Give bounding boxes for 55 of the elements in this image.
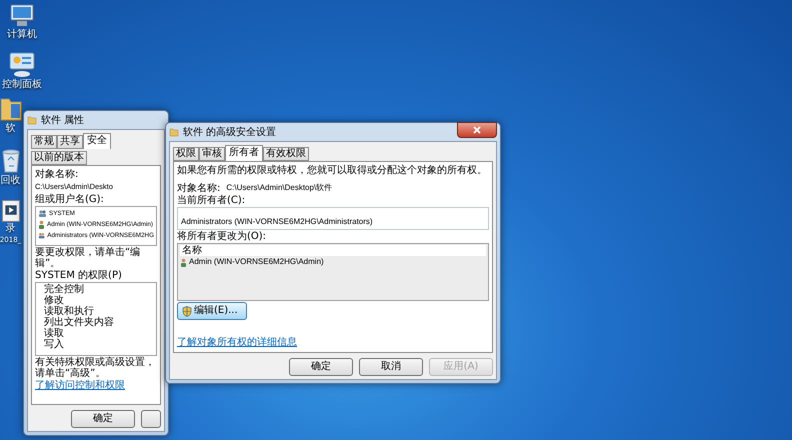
- list-item: 列出文件夹内容: [43, 317, 115, 328]
- folder-icon: [0, 96, 22, 122]
- tab[interactable]: 所有者: [225, 145, 263, 161]
- help-link[interactable]: 了解对象所有权的详细信息: [177, 337, 489, 349]
- owner-field[interactable]: Administrators (WIN-VORNSE6M2HG\Administrators): [177, 207, 489, 230]
- list-item: 完全控制: [43, 284, 85, 295]
- folder-icon: [169, 127, 179, 137]
- folder-icon: [27, 115, 37, 125]
- window-title: 软件 的高级安全设置: [183, 126, 276, 139]
- user-icon: [180, 258, 187, 266]
- desktop-icon-label[interactable]: 回收: [0, 175, 20, 186]
- desktop-icon-label[interactable]: 控制面板: [2, 79, 42, 90]
- field-label: 对象名称:: [35, 169, 80, 180]
- tab[interactable]: 共享: [57, 135, 83, 149]
- recycle-bin-icon: [0, 148, 22, 174]
- edit-button[interactable]: 编辑(E)...: [177, 302, 247, 320]
- field-label: 对象名称:: [177, 182, 220, 194]
- desktop-icon-label[interactable]: 软: [6, 123, 16, 134]
- tab[interactable]: 以前的版本: [31, 151, 87, 165]
- dialog-button[interactable]: 确定: [71, 410, 135, 428]
- close-button[interactable]: [457, 122, 497, 138]
- computer-icon: [9, 4, 35, 28]
- field-label: 当前所有者(C):: [177, 195, 246, 206]
- video-file-icon: [2, 200, 20, 222]
- control-panel-icon: [8, 52, 36, 78]
- window-title: 软件 属性: [41, 114, 84, 127]
- dialog-button[interactable]: 确定: [289, 358, 353, 376]
- list-item: 读取和执行: [43, 306, 94, 317]
- desktop-icon-label[interactable]: 录: [6, 223, 16, 234]
- list-item[interactable]: Admin (WIN-VORNSE6M2HG\Admin): [189, 256, 324, 268]
- desktop-icon-label[interactable]: 计算机: [7, 29, 37, 40]
- user-icon: [38, 220, 45, 229]
- dialog-button[interactable]: [141, 410, 161, 428]
- help-link[interactable]: 了解访问控制和权限: [35, 380, 157, 392]
- field-label: 组或用户名(G):: [35, 194, 105, 205]
- tab[interactable]: 权限: [173, 147, 199, 161]
- close-icon: [473, 126, 481, 134]
- hint-text: 要更改权限，请单击“编辑”。: [35, 247, 142, 269]
- column-header: 名称: [180, 245, 486, 256]
- users-icon: [38, 209, 47, 218]
- dialog-button[interactable]: 取消: [359, 358, 423, 376]
- list-item: 读取: [43, 328, 65, 339]
- object-path: C:\Users\Admin\Desktop\软件: [226, 182, 332, 194]
- field-label: SYSTEM 的权限(P): [35, 270, 123, 281]
- list-item: 修改: [43, 295, 64, 306]
- list-item: 写入: [43, 339, 65, 350]
- shield-icon: [182, 306, 192, 316]
- hint-text: 有关特殊权限或高级设置，请单击“高级”。: [35, 357, 156, 379]
- users-icon: [38, 231, 46, 240]
- field-label: 将所有者更改为(O):: [177, 231, 268, 242]
- tab[interactable]: 有效权限: [263, 147, 309, 161]
- tab[interactable]: 审核: [199, 147, 225, 161]
- intro-text: 如果您有所需的权限或特权，您就可以取得或分配这个对象的所有权。: [177, 165, 488, 176]
- tab[interactable]: 常规: [31, 135, 57, 149]
- tab[interactable]: 安全: [83, 133, 111, 149]
